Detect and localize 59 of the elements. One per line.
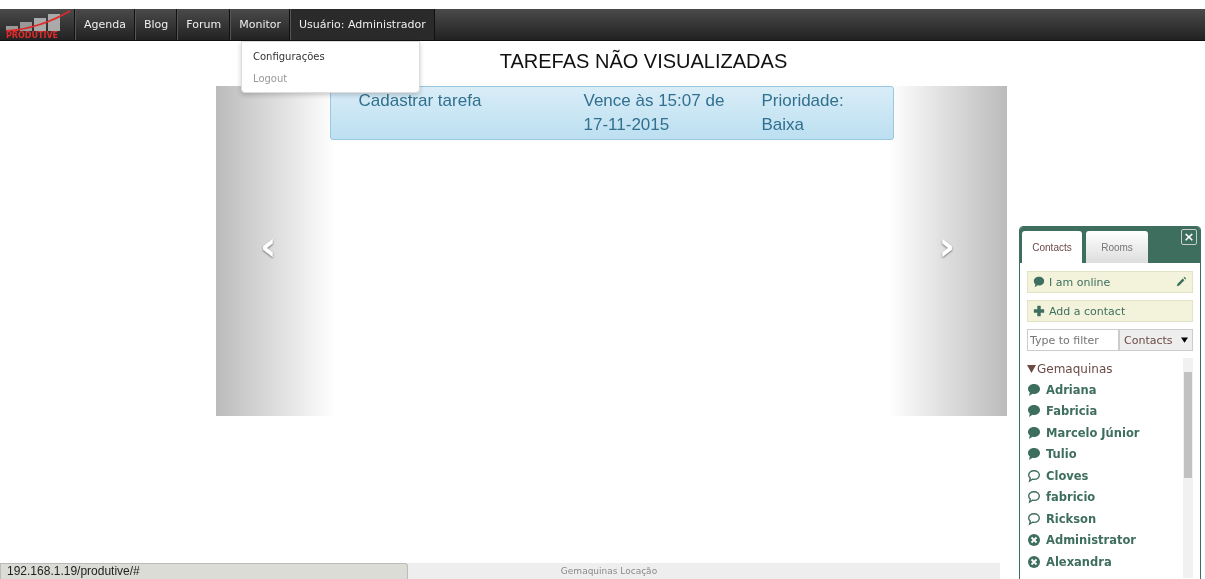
task-card[interactable]: Cadastrar tarefa Vence às 15:07 de 17-11-2015 Prioridade: Baixa: [329, 86, 894, 140]
contact-item[interactable]: Cloves: [1027, 465, 1179, 487]
contact-name: Cloves: [1046, 468, 1089, 483]
logo[interactable]: PRODUTIVE: [4, 9, 75, 40]
filter-field[interactable]: Type to filter: [1027, 329, 1119, 351]
dropdown-item[interactable]: Configurações: [248, 46, 413, 66]
close-button[interactable]: ×: [1181, 229, 1197, 245]
x-circle-icon: [1027, 533, 1041, 548]
contact-name: Fabricia: [1046, 404, 1098, 419]
nav-link[interactable]: Blog: [135, 9, 178, 40]
contact-name: Alexandra: [1046, 554, 1112, 569]
logo-text: PRODUTIVE: [6, 31, 59, 40]
speech-bubble-icon: [1027, 404, 1041, 419]
speech-bubble-icon: [1027, 425, 1041, 440]
plus-icon: [1033, 305, 1045, 317]
caret-icon: [1181, 337, 1188, 343]
task-title: Cadastrar tarefa: [358, 90, 483, 112]
contact-item[interactable]: Rickson: [1027, 508, 1179, 530]
status-text: I am online: [1049, 275, 1112, 289]
group-name: Gemaquinas: [1037, 361, 1113, 376]
contact-name: Adriana: [1046, 382, 1097, 397]
contact-group[interactable]: Gemaquinas: [1027, 358, 1179, 379]
task-priority: Prioridade: Baixa: [761, 90, 845, 136]
status-bar[interactable]: I am online: [1027, 271, 1193, 293]
logo-chart-icon: [4, 9, 72, 31]
contact-name: Marcelo Júnior: [1046, 425, 1140, 440]
page-title: TAREFAS NÃO VISUALIZADAS: [499, 50, 788, 74]
chat-tab[interactable]: Contacts: [1022, 231, 1082, 263]
contact-item[interactable]: Adriana: [1027, 379, 1179, 401]
caret-icon: [1027, 364, 1036, 373]
speech-bubble-icon: [1033, 276, 1045, 288]
contact-item[interactable]: Marcelo Júnior: [1027, 422, 1179, 444]
contact-name: Tulio: [1046, 447, 1077, 462]
speech-bubble-outline-icon: [1027, 468, 1041, 483]
contact-name: Administrator: [1046, 533, 1137, 548]
chat-tab[interactable]: Rooms: [1086, 231, 1148, 263]
pencil-icon: [1175, 276, 1187, 288]
contact-item[interactable]: Alexandra: [1027, 551, 1179, 573]
scrollbar[interactable]: [1183, 358, 1193, 578]
add-contact-label: Add a contact: [1049, 304, 1127, 318]
speech-bubble-outline-icon: [1027, 490, 1041, 505]
contact-name: fabricio: [1046, 490, 1096, 505]
contact-item[interactable]: Tulio: [1027, 443, 1179, 465]
contact-name: Rickson: [1046, 511, 1097, 526]
contact-item[interactable]: fabricio: [1027, 486, 1179, 508]
footer-text: Gemaquinas Locação: [408, 563, 1000, 579]
nav-link[interactable]: Forum: [177, 9, 231, 40]
speech-bubble-icon: [1027, 447, 1041, 462]
x-circle-icon: [1027, 554, 1041, 569]
status-url: 192.168.1.19/produtive/#: [0, 563, 408, 579]
nav-link[interactable]: Usuário: Administrador: [290, 9, 435, 40]
contact-item[interactable]: Fabricia: [1027, 400, 1179, 422]
task-due-date: Vence às 15:07 de 17-11-2015: [583, 90, 726, 136]
nav-link[interactable]: Agenda: [75, 9, 135, 40]
contact-item[interactable]: Administrator: [1027, 529, 1179, 551]
contacts-dropdown[interactable]: Contacts: [1119, 329, 1193, 351]
speech-bubble-outline-icon: [1027, 511, 1041, 526]
speech-bubble-icon: [1027, 382, 1041, 397]
add-contact-button[interactable]: Add a contact: [1027, 300, 1193, 322]
